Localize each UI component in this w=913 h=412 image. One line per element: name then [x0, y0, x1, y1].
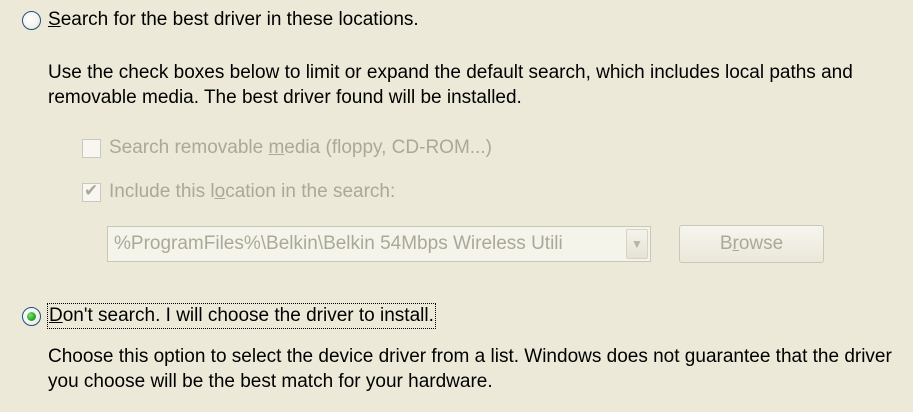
- dont-search-radio[interactable]: [22, 306, 41, 326]
- dropdown-arrow-icon[interactable]: ▼: [626, 229, 648, 259]
- search-locations-radio[interactable]: [22, 10, 41, 30]
- search-locations-description: Use the check boxes below to limit or ex…: [48, 62, 853, 108]
- location-path-combobox[interactable]: %ProgramFiles%\Belkin\Belkin 54Mbps Wire…: [107, 226, 651, 262]
- browse-button[interactable]: Br owse: [679, 225, 824, 263]
- driver-search-options-panel: Search for the best driver in these loca…: [0, 0, 913, 412]
- include-location-label[interactable]: Include this location in the search:: [109, 180, 395, 204]
- removable-media-checkbox[interactable]: [82, 138, 101, 158]
- search-locations-option[interactable]: Search for the best driver in these loca…: [22, 8, 419, 32]
- dont-search-option[interactable]: Don't search. I will choose the driver t…: [22, 303, 436, 329]
- include-location-option[interactable]: ✔ Include this location in the search:: [82, 180, 395, 204]
- removable-media-label[interactable]: Search removable media (floppy, CD-ROM..…: [109, 136, 492, 160]
- chevron-down-icon: ▼: [631, 237, 643, 251]
- location-path-value: %ProgramFiles%\Belkin\Belkin 54Mbps Wire…: [114, 233, 563, 254]
- dont-search-label[interactable]: Don't search. I will choose the driver t…: [47, 303, 436, 329]
- dont-search-description: Choose this option to select the device …: [48, 346, 892, 392]
- include-location-checkbox[interactable]: ✔: [82, 180, 101, 202]
- search-locations-label[interactable]: Search for the best driver in these loca…: [48, 8, 419, 32]
- removable-media-option[interactable]: Search removable media (floppy, CD-ROM..…: [82, 136, 492, 160]
- checkmark-icon: ✔: [84, 180, 99, 200]
